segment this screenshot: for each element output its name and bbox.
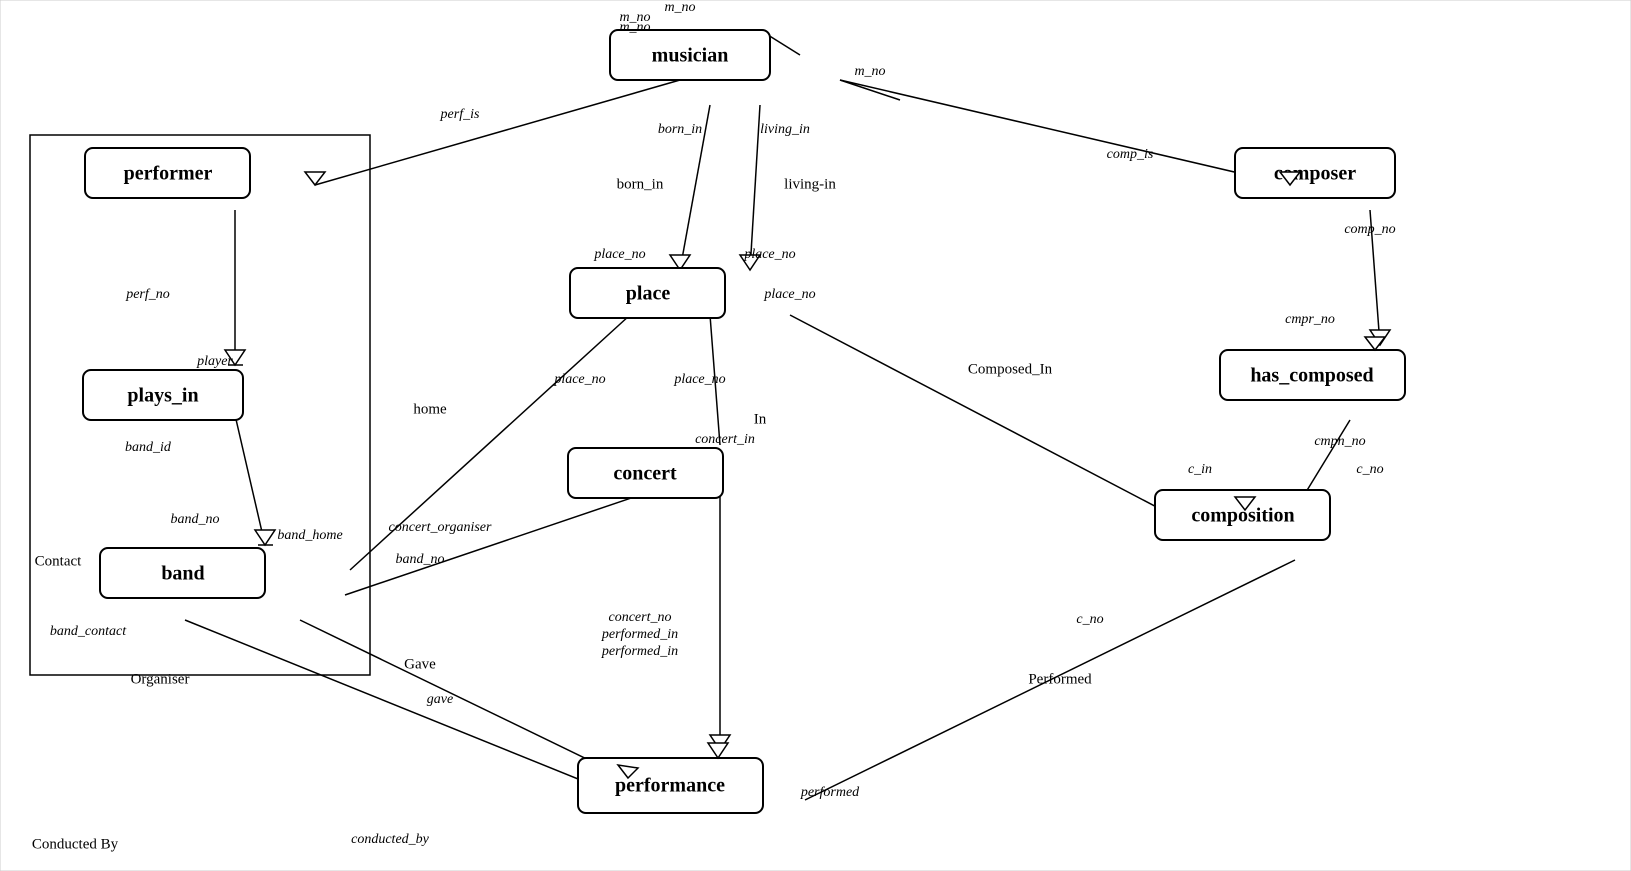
attr-living-in-top: living_in	[760, 122, 810, 137]
attr-band-id: band_id	[125, 440, 172, 455]
attr-cmpn-no: cmpn_no	[1314, 434, 1365, 449]
label-gave: Gave	[404, 656, 436, 672]
attr-band-no-left: band_no	[171, 512, 220, 527]
attr-perf-is: perf_is	[440, 107, 480, 122]
label-organiser: Organiser	[131, 671, 190, 687]
attr-concert-no: concert_no	[609, 610, 672, 625]
concert-label: concert	[613, 463, 677, 485]
attr-place-no-concert2: place_no	[673, 372, 725, 387]
attr-band-home: band_home	[277, 528, 342, 543]
has-composed-label: has_composed	[1250, 365, 1373, 387]
attr-performed-in-1: performed_in	[601, 627, 678, 642]
attr-c-no-bottom: c_no	[1076, 612, 1103, 627]
attr-cmpr-no: cmpr_no	[1285, 312, 1335, 327]
attr-band-contact: band_contact	[50, 624, 127, 639]
attr-m-no-3: m_no	[619, 20, 650, 35]
attr-player: player	[196, 354, 233, 369]
label-contact: Contact	[35, 553, 82, 569]
attr-living-in: living-in	[784, 176, 836, 192]
label-conducted-by: Conducted By	[32, 836, 119, 852]
attr-born-in: born_in	[617, 176, 664, 192]
attr-c-no-top: c_no	[1356, 462, 1383, 477]
attr-place-no-born: place_no	[593, 247, 645, 262]
attr-born-in-top: born_in	[658, 122, 702, 137]
place-label: place	[626, 283, 671, 305]
attr-concert-organiser: concert_organiser	[389, 520, 492, 535]
performance-label: performance	[615, 775, 725, 797]
label-composed-in: Composed_In	[968, 361, 1053, 377]
attr-performed: performed	[800, 785, 860, 800]
er-diagram: musician performer composer place plays_…	[0, 0, 1631, 871]
attr-concert-in: concert_in	[695, 432, 755, 447]
attr-gave: gave	[427, 692, 453, 707]
attr-m-no-2: m_no	[664, 0, 695, 15]
attr-conducted-by: conducted_by	[351, 832, 430, 847]
band-label: band	[161, 563, 204, 585]
label-performed: Performed	[1028, 671, 1092, 687]
plays-in-label: plays_in	[127, 385, 198, 407]
label-in: In	[754, 411, 767, 427]
attr-comp-no: comp_no	[1344, 222, 1395, 237]
attr-perf-no: perf_no	[125, 287, 170, 302]
attr-place-no-right: place_no	[763, 287, 815, 302]
performer-label: performer	[124, 163, 213, 185]
attr-place-no-living: place_no	[743, 247, 795, 262]
attr-band-no-concert: band_no	[396, 552, 445, 567]
musician-label: musician	[652, 45, 729, 67]
attr-performed-in-2: performed_in	[601, 644, 678, 659]
attr-place-no-concert: place_no	[553, 372, 605, 387]
attr-m-no-right: m_no	[854, 64, 885, 79]
attr-comp-is: comp_is	[1107, 147, 1154, 162]
attr-c-in: c_in	[1188, 462, 1212, 477]
label-home: home	[413, 401, 447, 417]
